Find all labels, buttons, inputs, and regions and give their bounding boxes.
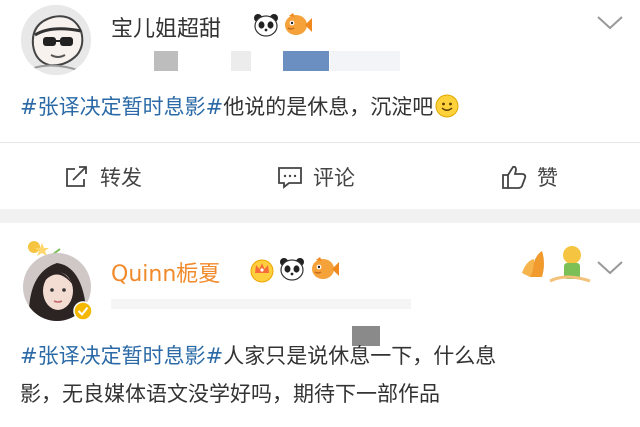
post-meta-blurred [154,51,178,71]
weibo-post-2: Quinn栀夏 #张译决定暂时息影#人家只是说休息一下，什么息 影，无良媒体语文… [0,223,640,427]
like-icon [502,165,527,189]
post-text: 他说的是休息，沉淀吧 [223,95,434,119]
fish-icon [283,12,313,42]
comment-button[interactable]: 评论 [277,143,355,210]
post-meta-blurred [231,51,251,71]
post-text: 影，无良媒体语文没学好吗，期待下一部作品 [20,382,440,406]
username[interactable]: 宝儿姐超甜 [111,11,221,43]
repost-label: 转发 [100,165,142,190]
fox-decoration-icon [520,237,592,289]
like-button[interactable]: 赞 [501,143,558,210]
post-meta-blurred [330,51,400,71]
verified-badge-icon [73,301,93,325]
comment-label: 评论 [313,165,355,190]
avatar[interactable] [21,5,91,75]
comment-icon [278,166,302,189]
topic-link[interactable]: #张译决定暂时息影# [20,95,223,119]
fish-icon [310,256,340,286]
topic-link[interactable]: #张译决定暂时息影# [20,344,223,368]
post-meta-blurred [283,51,329,71]
weibo-post-1: 宝儿姐超甜 #张译决定暂时息影#他说的是休息，沉淀吧 转发 评论 赞 [0,0,640,209]
repost-button[interactable]: 转发 [64,143,142,210]
repost-icon [66,165,87,187]
post-actions: 转发 评论 赞 [0,142,640,210]
like-label: 赞 [537,165,558,190]
crown-icon [248,255,276,287]
chevron-down-icon[interactable] [596,260,624,280]
post-text: 人家只是说休息一下，什么息 [223,344,497,368]
panda-icon [279,257,305,285]
post-content: #张译决定暂时息影#他说的是休息，沉淀吧 [20,88,459,130]
smiley-icon [435,92,459,130]
post-meta-blurred [111,299,411,309]
feed-divider [0,209,640,223]
chevron-down-icon[interactable] [596,15,624,35]
username[interactable]: Quinn栀夏 [111,256,220,288]
panda-icon [253,13,279,41]
post-content: #张译决定暂时息影#人家只是说休息一下，什么息 影，无良媒体语文没学好吗，期待下… [20,337,496,413]
